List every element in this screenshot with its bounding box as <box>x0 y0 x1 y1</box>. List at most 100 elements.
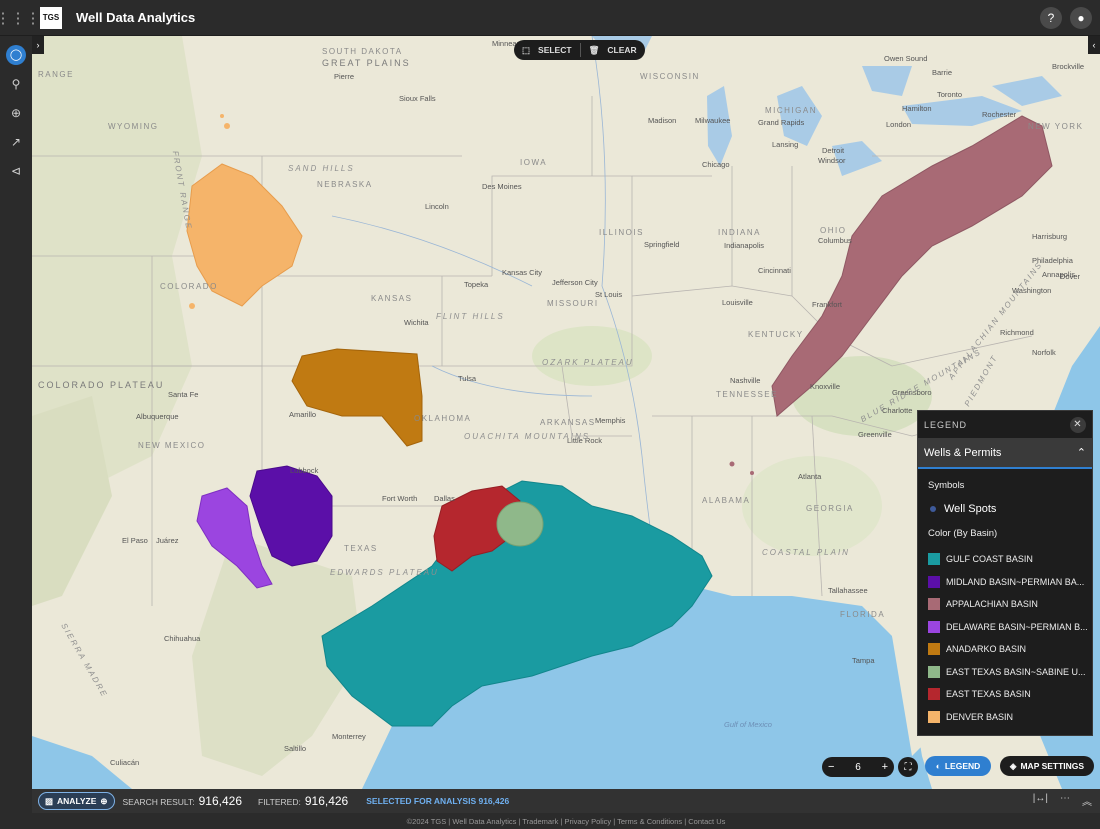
search-icon[interactable]: ⚲ <box>0 69 32 98</box>
basin-label: DELAWARE BASIN~PERMIAN B... <box>946 621 1088 632</box>
state-label: TENNESSEE <box>716 390 778 399</box>
place-label: Tallahassee <box>828 586 868 595</box>
basin-label: ANADARKO BASIN <box>946 644 1027 655</box>
place-label: Fort Worth <box>382 494 418 503</box>
select-button[interactable]: SELECT <box>538 45 572 55</box>
select-icon[interactable]: ⬚ <box>522 45 530 56</box>
state-label: ARKANSAS <box>540 418 596 427</box>
place-label: Columbus <box>818 236 852 245</box>
basin-swatch <box>928 665 940 678</box>
place-label: Barrie <box>932 68 953 77</box>
place-label: Saltillo <box>284 744 307 753</box>
basin-swatch <box>928 710 940 723</box>
user-search-icon[interactable]: ◯ <box>0 40 32 69</box>
state-label: ILLINOIS <box>599 228 644 237</box>
place-label: Amarillo <box>289 410 317 419</box>
place-label: Richmond <box>1000 328 1034 337</box>
state-label: NEW YORK <box>1028 122 1084 131</box>
footer: ©2024 TGS | Well Data Analytics | Tradem… <box>32 813 1100 829</box>
region-label: FLINT HILLS <box>436 312 505 321</box>
region-label: RANGE <box>38 70 74 79</box>
place-label: Wichita <box>404 318 429 327</box>
region-label: COASTAL PLAIN <box>762 548 850 557</box>
state-label: TEXAS <box>344 544 378 553</box>
legend-button[interactable]: ◐ LEGEND <box>925 756 991 776</box>
legend-title: LEGEND <box>924 419 968 430</box>
zoom-search-icon[interactable]: ⊕ <box>0 98 32 127</box>
legend-basin-row: MIDLAND BASIN~PERMIAN BA... <box>918 571 1092 594</box>
place-label: Lubbock <box>290 466 319 475</box>
help-icon[interactable]: ? <box>1040 7 1062 29</box>
legend-button-label: LEGEND <box>944 761 981 771</box>
legend-panel: LEGEND ✕ Wells & Permits ⌃ Symbols Well … <box>917 410 1093 736</box>
place-label: Albuquerque <box>136 412 179 421</box>
place-label: St Louis <box>595 290 623 299</box>
state-label: FLORIDA <box>840 610 886 619</box>
region-label: EDWARDS PLATEAU <box>330 568 439 577</box>
basin-swatch <box>928 598 940 611</box>
clear-button[interactable]: CLEAR <box>607 45 636 55</box>
place-label: London <box>886 120 912 129</box>
well-spots-row: Well Spots <box>918 498 1092 520</box>
map-settings-button[interactable]: ◈ MAP SETTINGS <box>1000 756 1094 776</box>
zoom-in-button[interactable]: + <box>882 761 888 773</box>
place-label: Memphis <box>595 416 626 425</box>
state-label: KENTUCKY <box>748 330 804 339</box>
state-label: MICHIGAN <box>765 106 817 115</box>
well-dot-icon <box>930 506 936 512</box>
basin-list: GULF COAST BASIN MIDLAND BASIN~PERMIAN BA… <box>918 548 1092 728</box>
place-label: Frankfort <box>812 300 843 309</box>
place-label: Greenville <box>858 430 892 439</box>
chevron-up-double-icon[interactable]: ︽ <box>1082 793 1092 808</box>
place-label: Kansas City <box>502 268 543 277</box>
fullscreen-icon[interactable]: ⛶ <box>898 757 918 777</box>
state-label: GEORGIA <box>806 504 854 513</box>
expand-left-icon[interactable]: › <box>32 36 44 54</box>
analyze-button[interactable]: ▨ ANALYZE ⊕ <box>38 792 115 810</box>
expand-right-icon[interactable]: ‹ <box>1088 36 1100 54</box>
region-label: OZARK PLATEAU <box>542 358 634 367</box>
place-label: Monterrey <box>332 732 366 741</box>
more-icon[interactable]: ⋯ <box>1060 793 1070 808</box>
trash-icon[interactable]: 🗑 <box>589 45 600 56</box>
place-label: Hamilton <box>902 104 932 113</box>
app-title: Well Data Analytics <box>76 10 196 25</box>
search-result-stat: SEARCH RESULT: 916,426 <box>123 794 243 808</box>
legend-section-title: Wells & Permits <box>924 446 1002 459</box>
share-icon[interactable]: ⊲ <box>0 156 32 185</box>
collapse-icon[interactable]: |↔| <box>1033 793 1048 808</box>
place-label: Dover <box>1060 272 1081 281</box>
layers-icon: ◈ <box>1009 760 1017 771</box>
close-icon[interactable]: ✕ <box>1070 416 1086 433</box>
zoom-out-button[interactable]: − <box>828 761 834 773</box>
state-label: NEW MEXICO <box>138 441 206 450</box>
place-label: Madison <box>648 116 677 125</box>
basin-label: MIDLAND BASIN~PERMIAN BA... <box>946 576 1085 587</box>
place-label: Brockville <box>1052 62 1085 71</box>
legend-section-header[interactable]: Wells & Permits ⌃ <box>918 438 1092 469</box>
export-icon[interactable]: ↗ <box>0 127 32 156</box>
filtered-value: 916,426 <box>304 794 349 808</box>
place-label: El Paso <box>122 536 148 545</box>
top-bar: ⋮⋮⋮ TGS Well Data Analytics ? ● <box>0 0 1100 36</box>
zoom-level: 6 <box>855 761 861 773</box>
place-label: Santa Fe <box>168 390 199 399</box>
state-label: ALABAMA <box>702 496 751 505</box>
app-grid-icon[interactable]: ⋮⋮⋮ <box>0 0 41 36</box>
basin-label: APPALACHIAN BASIN <box>946 599 1038 610</box>
plus-circle-icon: ⊕ <box>100 795 108 806</box>
legend-basin-row: EAST TEXAS BASIN <box>918 683 1092 706</box>
place-label: Windsor <box>818 156 846 165</box>
state-label: SOUTH DAKOTA <box>322 47 403 56</box>
color-by-basin-label: Color (By Basin) <box>928 528 998 539</box>
legend-basin-row: EAST TEXAS BASIN~SABINE U... <box>918 661 1092 684</box>
region-label: GREAT PLAINS <box>322 58 411 68</box>
place-label: Juárez <box>156 536 179 545</box>
place-label: Detroit <box>822 146 845 155</box>
state-label: OKLAHOMA <box>414 414 472 423</box>
user-icon[interactable]: ● <box>1070 7 1092 29</box>
zoom-control: − 6 + <box>822 757 894 777</box>
place-label: Chicago <box>702 160 730 169</box>
chevron-up-icon[interactable]: ⌃ <box>1077 446 1086 459</box>
place-label: Chihuahua <box>164 634 201 643</box>
